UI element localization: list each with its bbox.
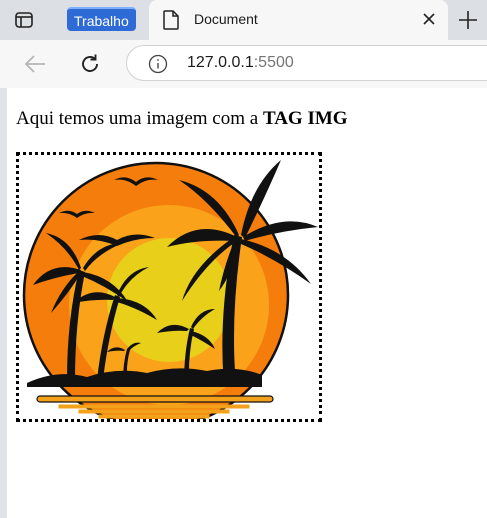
info-icon[interactable] (148, 54, 168, 79)
active-tab[interactable]: Document (149, 0, 448, 40)
reload-icon[interactable] (78, 52, 102, 76)
paragraph-bold-text: TAG IMG (262, 108, 348, 129)
url-host: 127.0.0.1 (187, 54, 254, 71)
workspace-button[interactable]: Trabalho (67, 7, 136, 31)
tab-actions-icon[interactable] (12, 9, 36, 31)
document-icon (163, 10, 179, 35)
plus-icon[interactable] (458, 10, 478, 35)
url-text[interactable]: 127.0.0.1:5500 (187, 54, 294, 72)
tab-strip: Trabalho Document (0, 0, 487, 40)
sunset-palm-image (16, 152, 322, 422)
back-arrow-icon[interactable] (23, 52, 47, 76)
page-viewport: Aqui temos uma imagem com a TAG IMG (6, 88, 487, 518)
page-paragraph: Aqui temos uma imagem com a TAG IMG (16, 108, 348, 130)
close-icon[interactable] (422, 12, 436, 31)
tab-title: Document (194, 11, 258, 27)
url-port: :5500 (253, 54, 294, 71)
browser-toolbar: 127.0.0.1:5500 (0, 40, 487, 88)
paragraph-text: Aqui temos uma imagem com a (16, 108, 263, 129)
address-bar[interactable]: 127.0.0.1:5500 (126, 45, 487, 81)
